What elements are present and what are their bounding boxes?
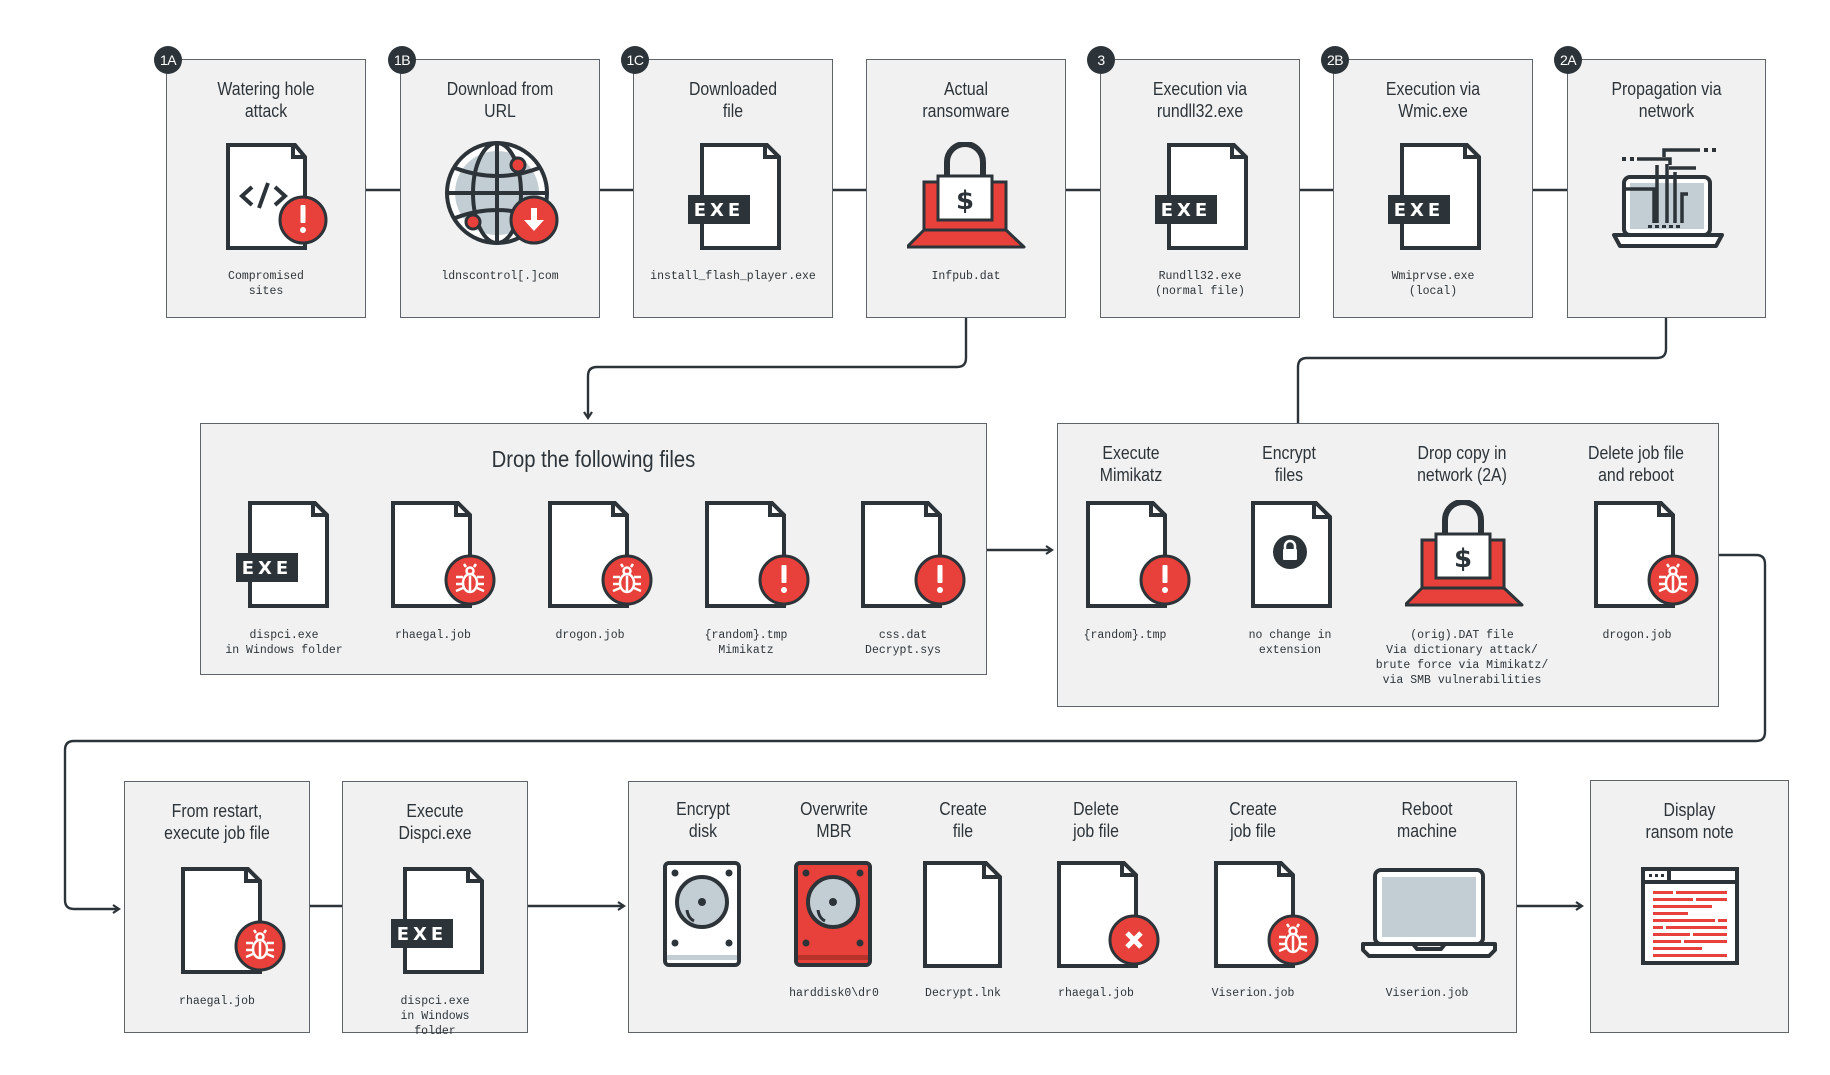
step-caption: Rundll32.exe (normal file): [1155, 270, 1245, 298]
file-caption: dispci.exe in Windows folder: [225, 629, 343, 657]
step-title: Downloaded file: [688, 79, 778, 121]
action-title: Drop copy in network (2A): [1417, 443, 1507, 485]
warning-file-icon: [861, 501, 966, 608]
lock-file-icon: [1251, 501, 1332, 608]
exe-file-icon: EXE: [236, 501, 329, 608]
step-propagation-network: Propagation via network: [1567, 59, 1766, 318]
action-caption: harddisk0\dr0: [789, 987, 879, 1000]
svg-text:$: $: [956, 186, 974, 216]
exe-file-icon: EXE: [1155, 143, 1248, 250]
bug-file-icon: [391, 501, 496, 608]
svg-text:EXE: EXE: [1394, 200, 1444, 221]
step-execution-wmic: Execution via Wmic.exe EXE Wmiprvse.exe …: [1333, 59, 1533, 318]
action-caption: (orig).DAT file Via dictionary attack/ b…: [1375, 629, 1549, 687]
step-caption: Wmiprvse.exe (local): [1391, 270, 1475, 298]
bug-file-icon: [1214, 861, 1319, 968]
step-restart-execute-job: From restart, execute job file rhaegal.j…: [124, 781, 310, 1033]
action-caption: {random}.tmp: [1083, 629, 1167, 642]
hard-disk-red-icon: [794, 861, 872, 967]
bug-file-icon: [181, 867, 286, 974]
step-title: Execute Dispci.exe: [398, 801, 472, 843]
step-title: Execution via rundll32.exe: [1152, 79, 1248, 121]
step-caption: Infpub.dat: [931, 270, 1001, 283]
action-title: Delete job file: [1073, 799, 1119, 841]
file-caption: rhaegal.job: [395, 629, 471, 642]
step-title: Watering hole attack: [217, 79, 315, 121]
step-badge: 2B: [1321, 46, 1349, 74]
svg-text:EXE: EXE: [694, 200, 744, 221]
step-execute-dispci: Execute Dispci.exe EXE dispci.exe in Win…: [342, 781, 528, 1038]
svg-text:EXE: EXE: [242, 558, 292, 579]
step-badge: 1C: [621, 46, 649, 74]
ransom-laptop-icon: $: [907, 142, 1026, 249]
step-title: From restart, execute job file: [164, 801, 270, 843]
action-delete-job-reboot: Delete job file and reboot: [1556, 442, 1716, 486]
action-title: Create job file: [1229, 799, 1277, 841]
action-caption: Viserion.job: [1211, 987, 1295, 1000]
warning-file-icon: [1086, 501, 1191, 608]
delete-file-icon: [1057, 861, 1160, 968]
step-caption: install_flash_player.exe: [650, 270, 816, 283]
step-title: Actual ransomware: [922, 79, 1010, 121]
ransom-note-window-icon: [1641, 867, 1739, 965]
step-badge: 2A: [1554, 46, 1582, 74]
step-badge: 3: [1087, 46, 1115, 74]
action-caption: Decrypt.lnk: [925, 987, 1001, 1000]
svg-text:$: $: [1454, 544, 1472, 574]
action-title: Encrypt files: [1262, 443, 1316, 485]
step-downloaded-file: Downloaded file EXE install_flash_player…: [633, 59, 833, 318]
laptop-icon: [1361, 868, 1497, 958]
step-title: Execution via Wmic.exe: [1385, 79, 1481, 121]
action-drop-copy-network: Drop copy in network (2A): [1382, 442, 1542, 486]
network-laptop-icon: [1612, 148, 1724, 248]
code-file-warning-icon: [226, 143, 328, 250]
globe-download-icon: [445, 141, 559, 245]
step-title: Display ransom note: [1645, 800, 1734, 842]
arrow-ransomware-drop: [583, 318, 968, 420]
exe-file-icon: EXE: [391, 867, 484, 974]
ransom-laptop-icon: $: [1405, 500, 1524, 607]
action-reboot-machine: Reboot machine: [1347, 798, 1507, 842]
bug-file-icon: [1594, 501, 1699, 608]
exe-file-icon: EXE: [1388, 143, 1481, 250]
step-watering-hole: Watering hole attack Compromised sites: [166, 59, 366, 318]
exe-file-icon: EXE: [688, 143, 781, 250]
svg-text:EXE: EXE: [397, 924, 447, 945]
action-execute-mimikatz: Execute Mimikatz: [1051, 442, 1211, 486]
drop-files-title: Drop the following files: [491, 446, 696, 472]
step-display-ransom-note: Display ransom note: [1590, 780, 1789, 1033]
step-caption: Compromised sites: [228, 270, 304, 298]
step-execution-rundll32: Execution via rundll32.exe EXE Rundll32.…: [1100, 59, 1300, 318]
bug-file-icon: [548, 501, 653, 608]
step-caption: ldnscontrol[.]com: [441, 270, 559, 283]
step-badge: 1A: [154, 46, 182, 74]
action-caption: rhaegal.job: [1058, 987, 1134, 1000]
step-download-url: Download from URL ldnscontrol[.]com: [400, 59, 600, 318]
action-title: Encrypt disk: [676, 799, 730, 841]
svg-text:EXE: EXE: [1161, 200, 1211, 221]
step-badge: 1B: [388, 46, 416, 74]
file-caption: drogon.job: [555, 629, 625, 642]
action-title: Reboot machine: [1397, 799, 1457, 841]
step-caption: rhaegal.job: [179, 995, 255, 1008]
file-caption: {random}.tmp Mimikatz: [704, 629, 788, 657]
action-title: Delete job file and reboot: [1587, 443, 1684, 485]
action-delete-job-file: Delete job file: [1016, 798, 1176, 842]
action-caption: drogon.job: [1602, 629, 1672, 642]
step-title: Propagation via network: [1611, 79, 1722, 121]
action-caption: no change in extension: [1248, 629, 1332, 657]
hard-disk-icon: [663, 861, 741, 967]
step-title: Download from URL: [446, 79, 554, 121]
blank-file-icon: [923, 861, 1002, 968]
action-caption: Viserion.job: [1385, 987, 1469, 1000]
warning-file-icon: [705, 501, 810, 608]
step-caption: dispci.exe in Windows folder: [400, 995, 470, 1038]
action-encrypt-files: Encrypt files: [1209, 442, 1369, 486]
action-create-job-file: Create job file: [1173, 798, 1333, 842]
step-actual-ransomware: Actual ransomware $ Infpub.dat: [866, 59, 1066, 318]
action-title: Create file: [939, 799, 987, 841]
action-title: Execute Mimikatz: [1099, 443, 1163, 485]
file-caption: css.dat Decrypt.sys: [865, 629, 941, 657]
